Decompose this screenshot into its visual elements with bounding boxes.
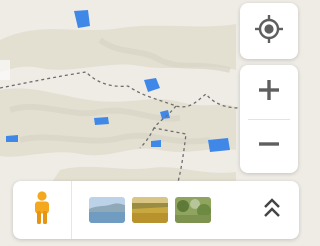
expand-layers-button[interactable] [247, 185, 297, 235]
street-view-pegman[interactable] [13, 181, 72, 239]
my-location-control [240, 3, 298, 59]
double-chevron-up-icon [262, 197, 282, 223]
lake [94, 117, 109, 125]
plus-icon [258, 79, 280, 105]
grassland-thumbnail[interactable] [132, 197, 168, 223]
layer-bar [13, 181, 299, 239]
zoom-control [240, 65, 298, 173]
lake [208, 138, 230, 152]
my-location-button[interactable] [240, 6, 298, 56]
zoom-divider [248, 119, 290, 120]
zoom-in-button[interactable] [240, 67, 298, 117]
lake [6, 135, 18, 142]
lake [151, 140, 161, 147]
minus-icon [258, 133, 280, 159]
pegman-icon [32, 191, 52, 229]
map-fade-left [0, 60, 10, 80]
zoom-out-button[interactable] [240, 121, 298, 171]
lake-landscape-thumbnail[interactable] [89, 197, 125, 223]
crosshair-icon [254, 14, 284, 48]
shrubland-thumbnail[interactable] [175, 197, 211, 223]
